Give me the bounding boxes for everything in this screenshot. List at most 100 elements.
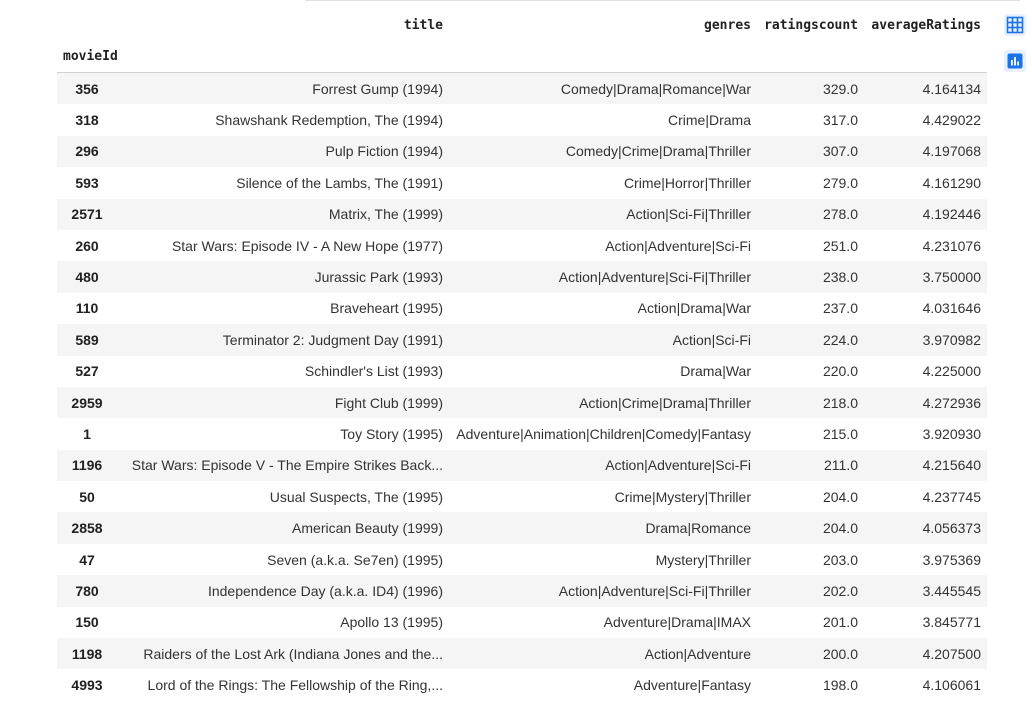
genres-cell: Drama|War — [680, 363, 751, 380]
ratingscount-cell: 204.0 — [822, 488, 858, 505]
row-index-cell: 4993 — [71, 677, 103, 694]
genres-cell: Action|Adventure|Sci-Fi — [605, 237, 751, 254]
row-index-cell: 296 — [75, 143, 99, 160]
averageratings-cell: 4.192446 — [922, 206, 981, 223]
genres-cell: Drama|Romance — [645, 520, 751, 537]
averageratings-cell: 3.845771 — [922, 614, 981, 631]
row-index-cell: 593 — [75, 174, 99, 191]
row-index-cell: 527 — [75, 363, 99, 380]
averageratings-cell: 4.031646 — [922, 300, 981, 317]
ratingscount-cell: 237.0 — [822, 300, 858, 317]
row-index-cell: 47 — [79, 551, 95, 568]
genres-cell: Adventure|Drama|IMAX — [603, 614, 751, 631]
title-cell: Usual Suspects, The (1995) — [269, 488, 443, 505]
title-cell: Star Wars: Episode V - The Empire Strike… — [131, 457, 443, 474]
table-row: 1196 Star Wars: Episode V - The Empire St… — [57, 449, 987, 482]
genres-cell: Action|Sci-Fi|Thriller — [626, 206, 751, 223]
genres-cell: Action|Drama|War — [637, 300, 751, 317]
table-row: 50 Usual Suspects, The (1995) Crime|Myster… — [57, 481, 987, 513]
ratingscount-cell: 329.0 — [822, 80, 858, 97]
averageratings-cell: 4.215640 — [922, 457, 981, 474]
table-row: 589 Terminator 2: Judgment Day (1991) Acti… — [57, 324, 987, 356]
row-index-cell: 110 — [75, 300, 99, 317]
genres-cell: Action|Adventure|Sci-Fi|Thriller — [558, 582, 751, 599]
title-cell: Shawshank Redemption, The (1994) — [215, 112, 443, 129]
ratingscount-cell: 211.0 — [824, 457, 858, 474]
row-index-cell: 2959 — [71, 394, 103, 411]
bar-chart-icon — [1006, 52, 1024, 70]
column-header-row: title genres ratingscount averageRatings — [57, 10, 987, 41]
ratingscount-cell: 198.0 — [822, 677, 858, 694]
title-cell: Pulp Fiction (1994) — [325, 143, 443, 160]
title-cell: Star Wars: Episode IV - A New Hope (1977… — [171, 237, 443, 254]
table-row: 356 Forrest Gump (1994) Comedy|Drama|Roman… — [57, 72, 987, 105]
column-header-ratingscount: ratingscount — [764, 18, 858, 33]
title-cell: Schindler's List (1993) — [304, 363, 443, 380]
averageratings-cell: 4.231076 — [922, 237, 981, 254]
genres-cell: Crime|Horror|Thriller — [623, 174, 751, 191]
row-index-cell: 50 — [79, 488, 95, 505]
title-cell: Apollo 13 (1995) — [340, 614, 443, 631]
ratingscount-cell: 224.0 — [822, 331, 858, 348]
index-header-spacer — [57, 10, 117, 41]
title-cell: Braveheart (1995) — [330, 300, 443, 317]
genres-cell: Comedy|Crime|Drama|Thriller — [565, 143, 751, 160]
averageratings-cell: 4.197068 — [922, 143, 981, 160]
table-row: 110 Braveheart (1995) Action|Drama|War 237.… — [57, 292, 987, 325]
table-row: 2858 American Beauty (1999) Drama|Romance 2… — [57, 512, 987, 544]
averageratings-cell: 3.750000 — [922, 269, 981, 286]
ratingscount-cell: 202.0 — [822, 582, 858, 599]
ratingscount-cell: 218.0 — [822, 394, 858, 411]
averageratings-cell: 4.225000 — [922, 363, 981, 380]
table-row: 318 Shawshank Redemption, The (1994) Crime… — [57, 104, 987, 136]
table-row: 527 Schindler's List (1993) Drama|War 220.0… — [57, 355, 987, 387]
table-body: 356 Forrest Gump (1994) Comedy|Drama|Roman… — [57, 72, 987, 701]
row-index-cell: 1196 — [71, 457, 103, 474]
column-header-averageratings: averageRatings — [871, 18, 981, 33]
ratingscount-cell: 215.0 — [822, 425, 858, 442]
row-index-cell: 480 — [75, 269, 99, 286]
genres-cell: Action|Adventure|Sci-Fi|Thriller — [558, 269, 751, 286]
ratingscount-cell: 307.0 — [822, 143, 858, 160]
averageratings-cell: 4.161290 — [922, 174, 981, 191]
table-row: 4993 Lord of the Rings: The Fellowship of… — [57, 669, 987, 701]
index-name-label: movieId — [63, 49, 118, 64]
averageratings-cell: 4.056373 — [922, 520, 981, 537]
title-cell: Independence Day (a.k.a. ID4) (1996) — [207, 582, 443, 599]
suggest-charts-button[interactable] — [1004, 50, 1026, 72]
ratingscount-cell: 220.0 — [822, 363, 858, 380]
row-index-cell: 1 — [83, 425, 91, 442]
genres-cell: Action|Adventure|Sci-Fi — [605, 457, 751, 474]
averageratings-cell: 3.975369 — [922, 551, 981, 568]
table-row: 296 Pulp Fiction (1994) Comedy|Crime|Drama… — [57, 135, 987, 168]
title-cell: Terminator 2: Judgment Day (1991) — [222, 331, 443, 348]
averageratings-cell: 4.207500 — [922, 645, 981, 662]
ratingscount-cell: 201.0 — [822, 614, 858, 631]
genres-cell: Crime|Drama — [668, 112, 751, 129]
row-index-cell: 2571 — [71, 206, 103, 223]
genres-cell: Comedy|Drama|Romance|War — [560, 80, 751, 97]
table-row: 2571 Matrix, The (1999) Action|Sci-Fi|Thri… — [57, 198, 987, 230]
row-index-cell: 318 — [75, 112, 99, 129]
title-cell: Raiders of the Lost Ark (Indiana Jones a… — [143, 645, 443, 662]
column-header-genres: genres — [704, 18, 751, 33]
table-icon — [1006, 16, 1024, 34]
genres-cell: Adventure|Animation|Children|Comedy|Fant… — [456, 425, 751, 442]
row-index-cell: 2858 — [71, 520, 103, 537]
column-header-title: title — [403, 18, 443, 33]
averageratings-cell: 3.445545 — [922, 582, 981, 599]
table-row: 47 Seven (a.k.a. Se7en) (1995) Mystery|Thr… — [57, 543, 987, 576]
row-index-cell: 356 — [75, 80, 99, 97]
title-cell: American Beauty (1999) — [292, 520, 443, 537]
genres-cell: Adventure|Fantasy — [633, 677, 751, 694]
ratingscount-cell: 317.0 — [822, 112, 858, 129]
title-cell: Jurassic Park (1993) — [314, 269, 443, 286]
title-cell: Toy Story (1995) — [340, 425, 443, 442]
row-index-cell: 260 — [75, 237, 99, 254]
cell-top-divider — [305, 0, 1020, 1]
convert-to-interactive-table-button[interactable] — [1004, 14, 1026, 36]
title-cell: Lord of the Rings: The Fellowship of the… — [147, 677, 443, 694]
ratingscount-cell: 203.0 — [822, 551, 858, 568]
averageratings-cell: 4.106061 — [922, 677, 981, 694]
ratingscount-cell: 279.0 — [822, 174, 858, 191]
